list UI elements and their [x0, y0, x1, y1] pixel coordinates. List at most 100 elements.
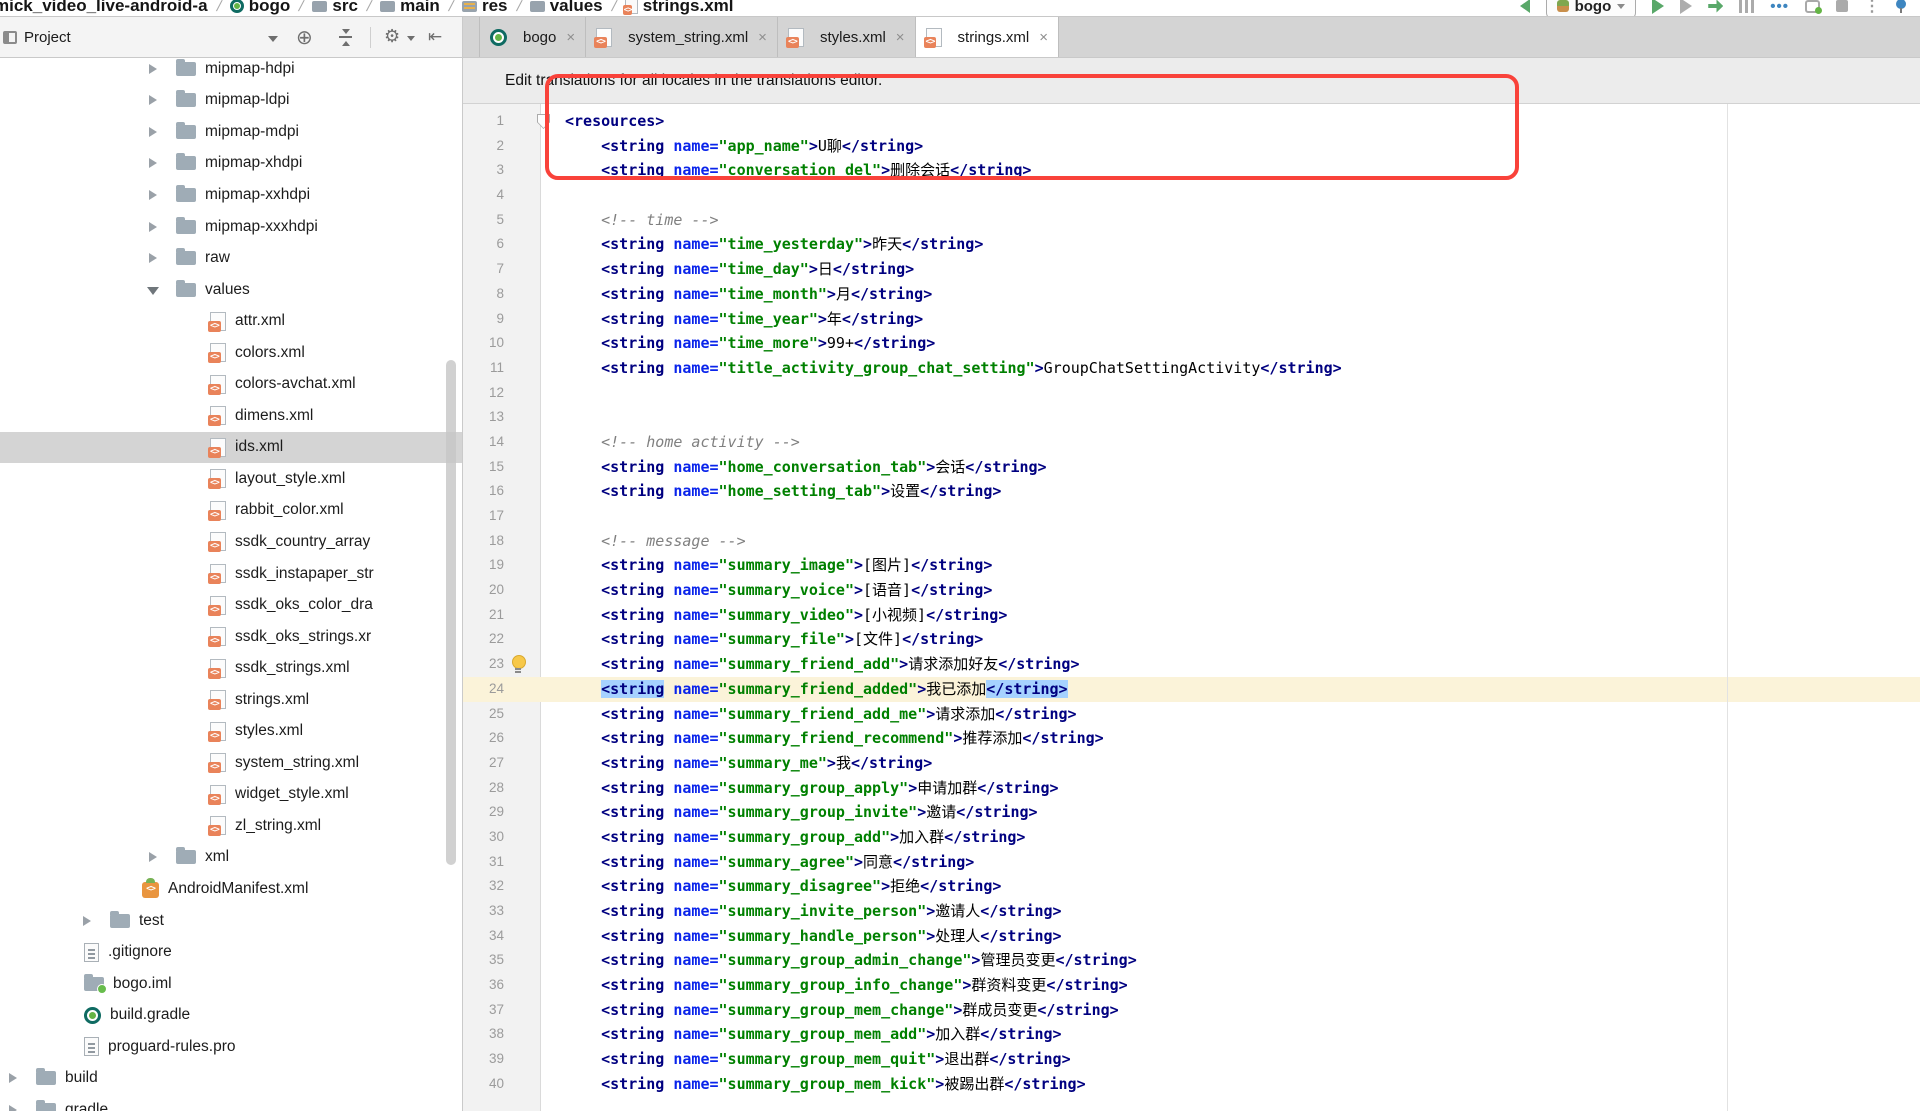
- chevron-down-icon[interactable]: [146, 283, 160, 297]
- code-line-28[interactable]: 28 <string name="summary_group_apply">申请…: [463, 776, 1920, 801]
- breadcrumb-item[interactable]: res: [462, 0, 508, 16]
- columns-icon[interactable]: [1739, 0, 1754, 13]
- chevron-right-icon[interactable]: [6, 1071, 20, 1085]
- code-area[interactable]: 1<resources>2 <string name="app_name">U聊…: [463, 109, 1920, 1097]
- code-line-26[interactable]: 26 <string name="summary_friend_recommen…: [463, 726, 1920, 751]
- code-line-17[interactable]: 17: [463, 504, 1920, 529]
- tree-item-ssdk_strings.xml[interactable]: ssdk_strings.xml: [0, 652, 462, 684]
- code-line-31[interactable]: 31 <string name="summary_agree">同意</stri…: [463, 850, 1920, 875]
- scrollbar-thumb[interactable]: [446, 360, 456, 865]
- intention-bulb-icon[interactable]: [511, 655, 525, 673]
- code-line-24[interactable]: 24 <string name="summary_friend_added">我…: [463, 677, 1920, 702]
- tab-system_string.xml[interactable]: system_string.xml×: [586, 17, 778, 57]
- chevron-right-icon[interactable]: [6, 1103, 20, 1111]
- code-line-4[interactable]: 4: [463, 183, 1920, 208]
- code-line-2[interactable]: 2 <string name="app_name">U聊</string>: [463, 134, 1920, 159]
- code-line-6[interactable]: 6 <string name="time_yesterday">昨天</stri…: [463, 232, 1920, 257]
- overflow-icon[interactable]: ⋮: [1864, 0, 1880, 16]
- code-line-40[interactable]: 40 <string name="summary_group_mem_kick"…: [463, 1072, 1920, 1097]
- code-line-16[interactable]: 16 <string name="home_setting_tab">设置</s…: [463, 479, 1920, 504]
- tree-item-attr.xml[interactable]: attr.xml: [0, 305, 462, 337]
- code-line-30[interactable]: 30 <string name="summary_group_add">加入群<…: [463, 825, 1920, 850]
- tree-item-mipmap-xxhdpi[interactable]: mipmap-xxhdpi: [0, 179, 462, 211]
- code-line-32[interactable]: 32 <string name="summary_disagree">拒绝</s…: [463, 874, 1920, 899]
- tree-item-ids.xml[interactable]: ids.xml: [0, 432, 462, 464]
- tree-item-raw[interactable]: raw: [0, 242, 462, 274]
- tree-item-build[interactable]: build: [0, 1063, 462, 1095]
- close-icon[interactable]: ×: [1039, 29, 1048, 46]
- chevron-right-icon[interactable]: [146, 156, 160, 170]
- code-line-9[interactable]: 9 <string name="time_year">年</string>: [463, 307, 1920, 332]
- tree-item-dimens.xml[interactable]: dimens.xml: [0, 400, 462, 432]
- code-line-22[interactable]: 22 <string name="summary_file">[文件]</str…: [463, 627, 1920, 652]
- code-line-13[interactable]: 13: [463, 405, 1920, 430]
- code-line-20[interactable]: 20 <string name="summary_voice">[语音]</st…: [463, 578, 1920, 603]
- chevron-right-icon[interactable]: [146, 188, 160, 202]
- chevron-down-icon[interactable]: [268, 36, 278, 42]
- breadcrumb-item[interactable]: mick_video_live-android-a: [0, 0, 208, 16]
- panel-divider[interactable]: [462, 17, 463, 1111]
- tree-item-ssdk_country_array[interactable]: ssdk_country_array: [0, 526, 462, 558]
- close-icon[interactable]: ×: [896, 29, 905, 46]
- editor[interactable]: 1<resources>2 <string name="app_name">U聊…: [463, 104, 1920, 1111]
- code-line-11[interactable]: 11 <string name="title_activity_group_ch…: [463, 356, 1920, 381]
- code-line-3[interactable]: 3 <string name="conversation_del">删除会话</…: [463, 158, 1920, 183]
- code-line-21[interactable]: 21 <string name="summary_video">[小视频]</s…: [463, 603, 1920, 628]
- tree-item-mipmap-mdpi[interactable]: mipmap-mdpi: [0, 116, 462, 148]
- tree-item-.gitignore[interactable]: .gitignore: [0, 936, 462, 968]
- code-line-7[interactable]: 7 <string name="time_day">日</string>: [463, 257, 1920, 282]
- tree-item-zl_string.xml[interactable]: zl_string.xml: [0, 810, 462, 842]
- tab-bogo[interactable]: bogo×: [479, 17, 586, 57]
- chevron-right-icon[interactable]: [146, 220, 160, 234]
- pin-icon[interactable]: [1896, 0, 1906, 13]
- tree-item-system_string.xml[interactable]: system_string.xml: [0, 747, 462, 779]
- close-icon[interactable]: ×: [758, 29, 767, 46]
- code-line-38[interactable]: 38 <string name="summary_group_mem_add">…: [463, 1022, 1920, 1047]
- code-line-8[interactable]: 8 <string name="time_month">月</string>: [463, 282, 1920, 307]
- code-line-18[interactable]: 18 <!-- message -->: [463, 529, 1920, 554]
- chevron-right-icon[interactable]: [146, 251, 160, 265]
- chevron-right-icon[interactable]: [146, 850, 160, 864]
- code-line-12[interactable]: 12: [463, 381, 1920, 406]
- code-line-27[interactable]: 27 <string name="summary_me">我</string>: [463, 751, 1920, 776]
- debug-attach-icon[interactable]: [1708, 0, 1723, 13]
- sync-device-icon[interactable]: [1805, 0, 1820, 13]
- tree-item-mipmap-ldpi[interactable]: mipmap-ldpi: [0, 85, 462, 117]
- chevron-right-icon[interactable]: [146, 62, 160, 76]
- tree-item-AndroidManifest.xml[interactable]: AndroidManifest.xml: [0, 873, 462, 905]
- tree-item-test[interactable]: test: [0, 905, 462, 937]
- code-line-34[interactable]: 34 <string name="summary_handle_person">…: [463, 924, 1920, 949]
- tree-item-rabbit_color.xml[interactable]: rabbit_color.xml: [0, 495, 462, 527]
- tree-item-colors-avchat.xml[interactable]: colors-avchat.xml: [0, 368, 462, 400]
- tree-item-layout_style.xml[interactable]: layout_style.xml: [0, 463, 462, 495]
- run-icon[interactable]: [1652, 0, 1664, 14]
- locate-icon[interactable]: ⊕: [296, 25, 313, 50]
- run-config-combo[interactable]: bogo: [1546, 0, 1637, 17]
- code-line-23[interactable]: 23 <string name="summary_friend_add">请求添…: [463, 652, 1920, 677]
- code-line-1[interactable]: 1<resources>: [463, 109, 1920, 134]
- tree-item-ssdk_oks_strings.xr[interactable]: ssdk_oks_strings.xr: [0, 621, 462, 653]
- fold-marker-icon[interactable]: [537, 114, 550, 129]
- tree-item-colors.xml[interactable]: colors.xml: [0, 337, 462, 369]
- breadcrumb-item[interactable]: src: [312, 0, 358, 16]
- profile-icon[interactable]: [1680, 0, 1692, 14]
- tab-strings.xml[interactable]: strings.xml×: [916, 17, 1059, 57]
- tree-item-gradle[interactable]: gradle: [0, 1094, 462, 1111]
- tree-item-mipmap-xxxhdpi[interactable]: mipmap-xxxhdpi: [0, 211, 462, 243]
- tab-styles.xml[interactable]: styles.xml×: [778, 17, 916, 57]
- tree-item-strings.xml[interactable]: strings.xml: [0, 684, 462, 716]
- tree-item-xml[interactable]: xml: [0, 842, 462, 874]
- breadcrumb-item[interactable]: main: [380, 0, 440, 16]
- chevron-right-icon[interactable]: [146, 93, 160, 107]
- code-line-15[interactable]: 15 <string name="home_conversation_tab">…: [463, 455, 1920, 480]
- code-line-36[interactable]: 36 <string name="summary_group_info_chan…: [463, 973, 1920, 998]
- code-line-14[interactable]: 14 <!-- home activity -->: [463, 430, 1920, 455]
- code-line-5[interactable]: 5 <!-- time -->: [463, 208, 1920, 233]
- tree-item-bogo.iml[interactable]: bogo.iml: [0, 968, 462, 1000]
- code-line-37[interactable]: 37 <string name="summary_group_mem_chang…: [463, 998, 1920, 1023]
- tree-item-build.gradle[interactable]: build.gradle: [0, 999, 462, 1031]
- chevron-right-icon[interactable]: [146, 125, 160, 139]
- tree-item-styles.xml[interactable]: styles.xml: [0, 715, 462, 747]
- hide-panel-icon[interactable]: ⇤: [428, 27, 442, 47]
- chevron-right-icon[interactable]: [80, 914, 94, 928]
